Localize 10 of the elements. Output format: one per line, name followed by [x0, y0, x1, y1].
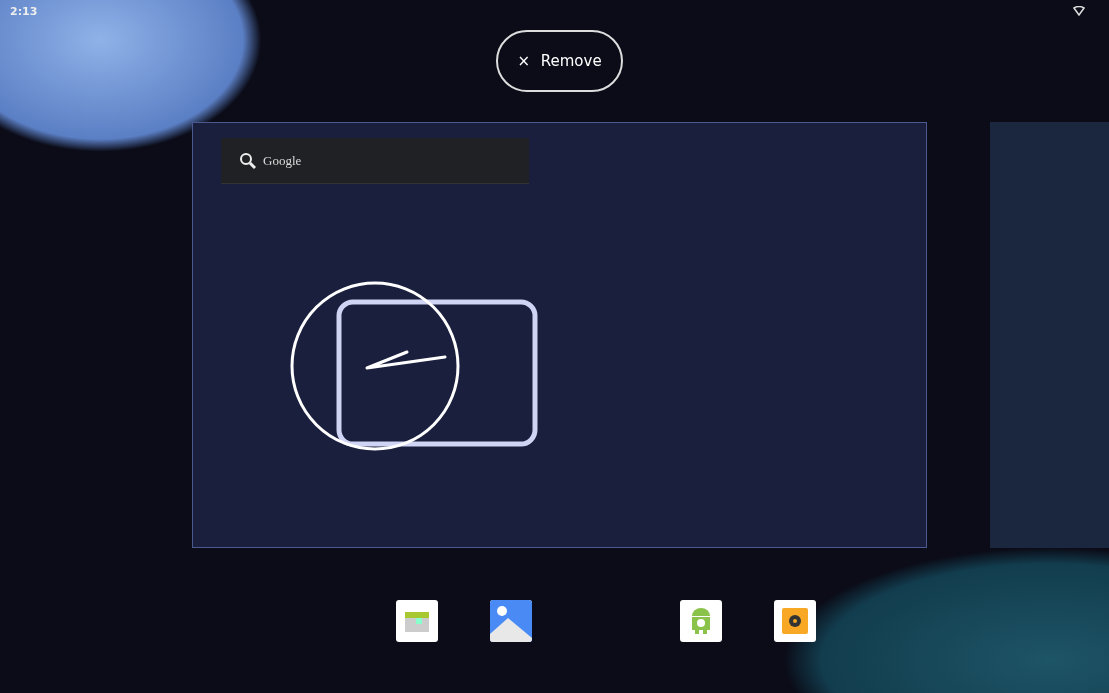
status-time: 2:13	[10, 4, 38, 18]
app-icon[interactable]	[490, 599, 532, 642]
search-icon	[239, 151, 257, 170]
app-icon[interactable]	[680, 599, 722, 642]
clock-widget-drawing[interactable]	[289, 280, 541, 452]
wifi-icon	[1073, 6, 1085, 16]
app-icon[interactable]	[774, 599, 816, 642]
search-widget[interactable]: Google	[221, 138, 529, 184]
remove-button[interactable]: × Remove	[496, 30, 623, 92]
app-icon[interactable]	[396, 599, 438, 642]
